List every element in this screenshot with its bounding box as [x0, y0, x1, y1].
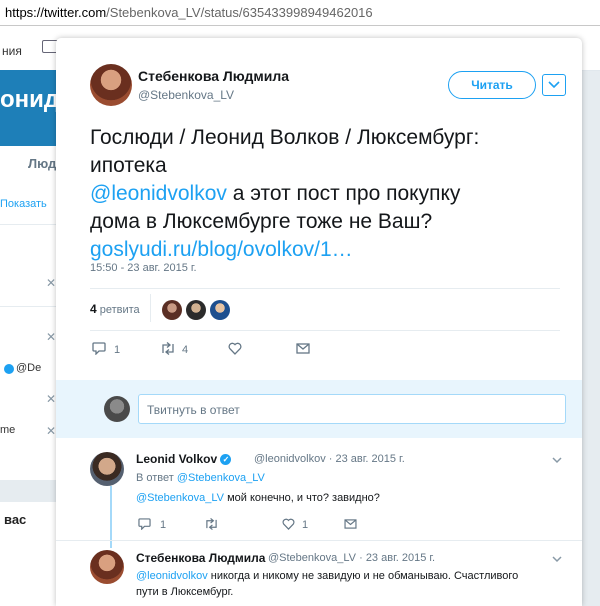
divider	[90, 288, 560, 289]
author-handle[interactable]: @Stebenkova_LV	[138, 88, 234, 102]
dismiss-icon: ✕	[46, 330, 57, 344]
dismiss-icon: ✕	[46, 276, 57, 290]
avatar	[104, 396, 130, 422]
retweeter-avatar[interactable]	[186, 300, 206, 320]
reply-date[interactable]: · 23 авг. 2015 г.	[329, 453, 405, 465]
show-link: Показать	[0, 198, 47, 210]
retweeter-avatar[interactable]	[210, 300, 230, 320]
retweet-count: 4	[90, 302, 97, 316]
divider	[150, 294, 151, 322]
tweet-modal: Стебенкова Людмила @Stebenkova_LV Читать…	[56, 38, 582, 606]
reply-text: @leonidvolkov никогда и никому не завиду…	[136, 570, 518, 582]
retweet-label: ретвита	[99, 304, 140, 316]
reply-count: 1	[160, 519, 167, 531]
in-reply-prefix: В ответ	[136, 472, 177, 484]
direct-message-icon[interactable]	[344, 519, 357, 529]
retweeter-avatar[interactable]	[162, 300, 182, 320]
reply-input[interactable]: Твитнуть в ответ	[138, 394, 566, 424]
chevron-down-icon	[548, 81, 560, 89]
reply-handle[interactable]: @Stebenkova_LV	[268, 552, 356, 564]
mention-fragment: @De	[16, 362, 42, 374]
url-text[interactable]: https://twitter.com/Stebenkova_LV/status…	[5, 5, 373, 20]
dismiss-icon: ✕	[46, 392, 57, 406]
thread-connector	[110, 486, 112, 548]
retweet-icon[interactable]	[204, 518, 219, 530]
dismiss-icon: ✕	[46, 424, 57, 438]
tweet-text-line: дома в Люксембурге тоже не Ваш?	[90, 210, 433, 233]
reply-composer: Твитнуть в ответ	[56, 380, 582, 438]
author-name[interactable]: Стебенкова Людмила	[138, 68, 289, 84]
background-profile-banner: онид В	[0, 70, 83, 146]
like-count: 1	[302, 519, 309, 531]
avatar[interactable]	[90, 550, 124, 584]
url-path: /Stebenkova_LV/status/635433998949462016	[106, 5, 373, 20]
tweet-timestamp[interactable]: 15:50 - 23 авг. 2015 г.	[90, 262, 197, 274]
reply-count: 1	[114, 344, 121, 356]
tweet-text-line: @leonidvolkov а этот пост про покупку	[90, 180, 560, 208]
url-host: https://twitter.com	[5, 5, 107, 20]
more-options-button[interactable]	[542, 74, 566, 96]
reply-author-name[interactable]: Leonid Volkov ✓	[136, 452, 232, 466]
mention-link[interactable]: @leonidvolkov	[90, 182, 227, 205]
nav-fragment: ния	[2, 44, 22, 58]
reply-meta: @leonidvolkov · 23 авг. 2015 г.	[254, 453, 405, 465]
me-fragment: me	[0, 424, 16, 436]
reply-date[interactable]: · 23 авг. 2015 г.	[359, 552, 435, 564]
external-link[interactable]: goslyudi.ru/blog/ovolkov/1…	[90, 238, 353, 261]
tab-fragment: Люд	[28, 156, 57, 171]
section-fragment: вас	[4, 512, 27, 527]
reply-author-name[interactable]: Стебенкова Людмила	[136, 551, 265, 565]
divider	[56, 540, 582, 541]
reply-text-segment: никогда и никому не завидую и не обманыв…	[207, 570, 519, 582]
reply-icon[interactable]	[92, 342, 106, 355]
tweet-text-line: ипотека	[90, 154, 167, 177]
avatar[interactable]	[90, 452, 124, 486]
retweet-action-count: 4	[182, 344, 189, 356]
in-reply-to: В ответ @Stebenkova_LV	[136, 472, 265, 484]
reply-text: пути в Люксембург.	[136, 586, 234, 598]
mention-link[interactable]: @Stebenkova_LV	[136, 492, 224, 504]
sidebar-divider	[0, 224, 60, 225]
verified-icon: ✓	[220, 454, 232, 466]
divider	[90, 330, 560, 331]
background-sidebar: Показать ✕ ✕ @De ✕ me ✕	[0, 180, 60, 480]
chevron-down-icon[interactable]	[552, 556, 562, 563]
reply-author-label: Leonid Volkov	[136, 452, 218, 466]
tweet-text-line: goslyudi.ru/blog/ovolkov/1…	[90, 236, 560, 264]
browser-address-bar[interactable]: https://twitter.com/Stebenkova_LV/status…	[0, 0, 600, 26]
tweet-text-line: Гослюди / Леонид Волков / Люксембург:	[90, 126, 480, 149]
background-section: вас	[0, 502, 60, 606]
retweet-icon[interactable]	[160, 342, 176, 355]
tweet-text-segment: а этот пост про покупку	[226, 182, 461, 205]
like-icon[interactable]	[228, 342, 242, 355]
avatar[interactable]	[90, 64, 132, 106]
reply-text-segment: мой конечно, и что? завидно?	[224, 492, 380, 504]
reply-icon[interactable]	[138, 518, 151, 530]
like-icon[interactable]	[282, 518, 295, 530]
sidebar-divider	[0, 306, 60, 307]
direct-message-icon[interactable]	[296, 343, 310, 354]
chevron-down-icon[interactable]	[552, 457, 562, 464]
verified-icon	[4, 364, 14, 374]
reply-handle[interactable]: @leonidvolkov	[254, 453, 326, 465]
mention-link[interactable]: @leonidvolkov	[136, 570, 208, 582]
reply-meta: @Stebenkova_LV · 23 авг. 2015 г.	[268, 552, 435, 564]
tweet-text: Гослюди / Леонид Волков / Люксембург: ип…	[90, 124, 560, 264]
background-tab-bar: Люд	[0, 146, 60, 181]
follow-button[interactable]: Читать	[448, 71, 536, 99]
retweet-stats[interactable]: 4 ретвита	[90, 302, 140, 316]
in-reply-handle[interactable]: @Stebenkova_LV	[177, 472, 265, 484]
reply-text: @Stebenkova_LV мой конечно, и что? завид…	[136, 492, 380, 504]
